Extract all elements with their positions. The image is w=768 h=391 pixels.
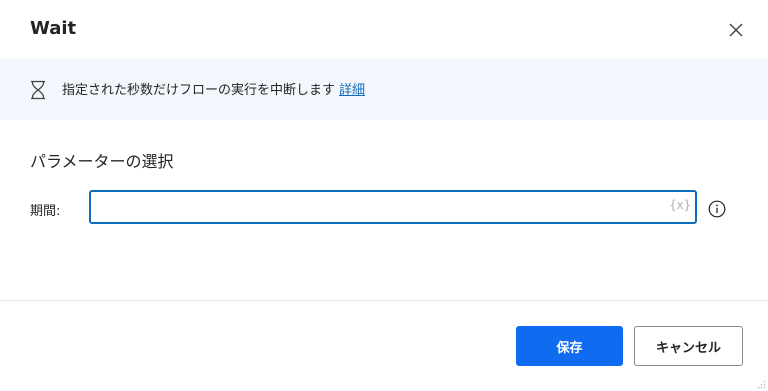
section-title: パラメーターの選択: [30, 152, 174, 171]
duration-input[interactable]: [97, 196, 671, 220]
banner-description: 指定された秒数だけフローの実行を中断します 詳細: [62, 79, 365, 98]
footer-divider: [0, 300, 768, 301]
banner-text: 指定された秒数だけフローの実行を中断します: [62, 83, 336, 98]
duration-label: 期間:: [30, 204, 61, 219]
close-icon: [729, 23, 743, 37]
hourglass-icon: [31, 80, 45, 100]
resize-grip-icon[interactable]: [756, 379, 766, 389]
dialog-title: Wait: [30, 18, 77, 39]
info-icon[interactable]: [708, 200, 726, 218]
close-button[interactable]: [722, 16, 750, 44]
details-link[interactable]: 詳細: [339, 83, 365, 98]
wait-dialog: Wait 指定された秒数だけフローの実行を中断します 詳細 パラメーターの選択 期…: [0, 0, 768, 391]
duration-field: {x}: [89, 190, 697, 224]
variable-picker-button[interactable]: {x}: [669, 198, 691, 212]
cancel-button[interactable]: キャンセル: [634, 326, 743, 366]
save-button[interactable]: 保存: [516, 326, 623, 366]
info-banner: 指定された秒数だけフローの実行を中断します 詳細: [0, 59, 768, 120]
